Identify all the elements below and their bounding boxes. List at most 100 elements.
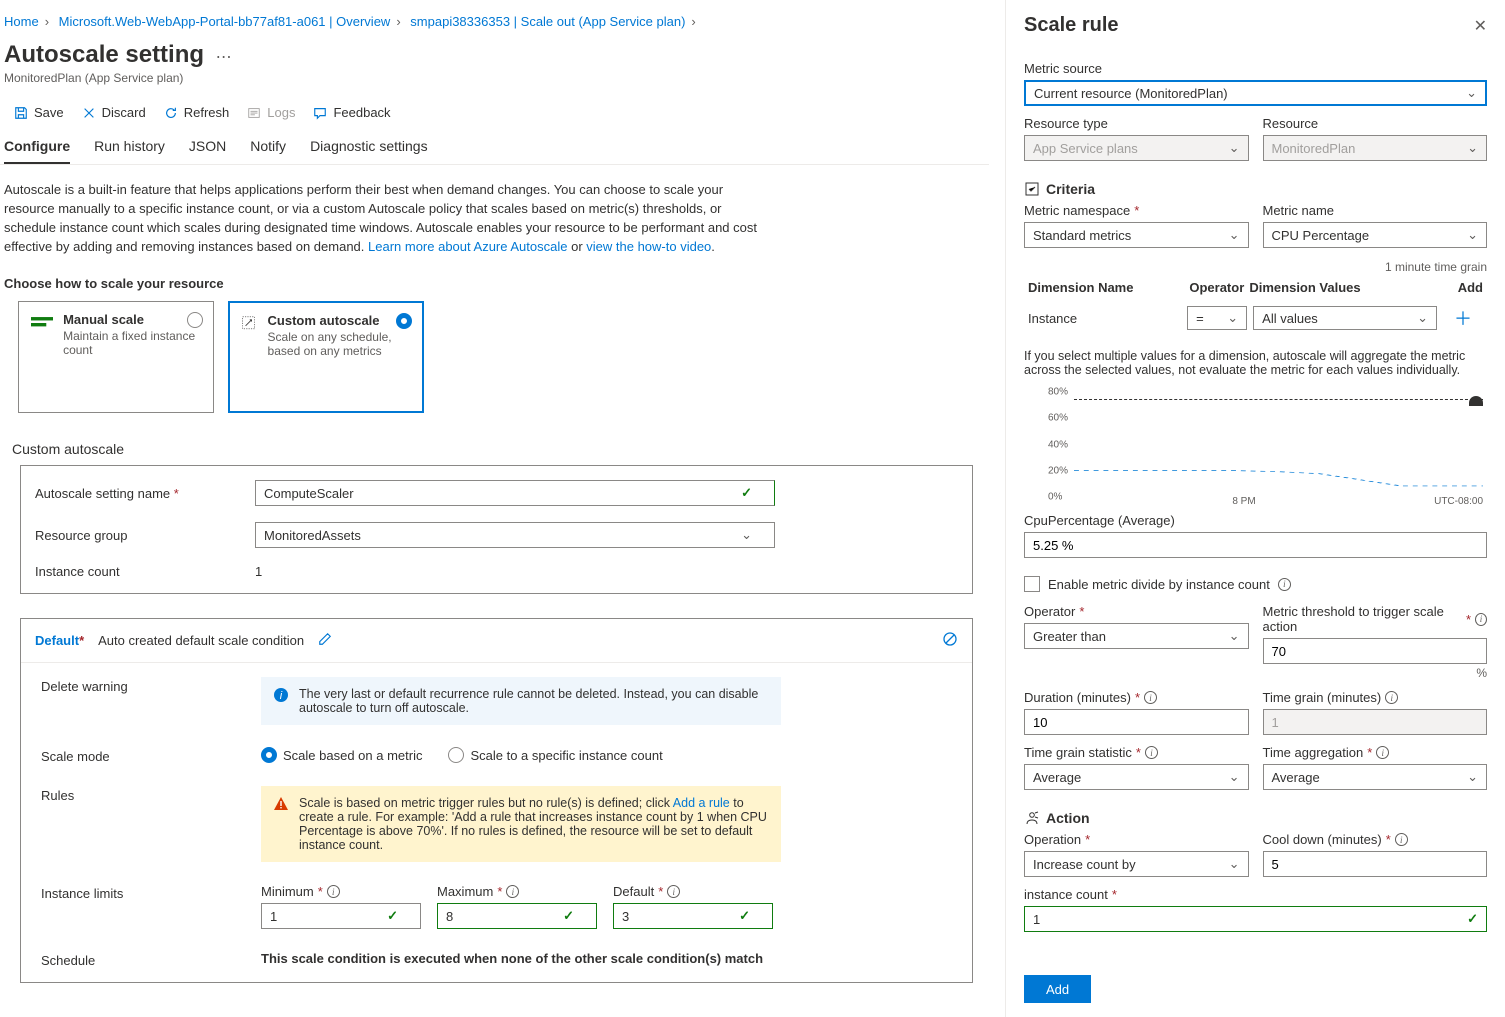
learn-link[interactable]: Learn more about Azure Autoscale [368, 239, 567, 254]
metric-namespace-select[interactable]: Standard metrics [1024, 222, 1249, 248]
feedback-icon [313, 106, 327, 120]
logs-button: Logs [247, 105, 295, 120]
refresh-button[interactable]: Refresh [164, 105, 230, 120]
autoscale-form: Autoscale setting name * ComputeScaler✓ … [20, 465, 973, 594]
rules-warning: Scale is based on metric trigger rules b… [261, 786, 781, 862]
resource-label: Resource [1263, 116, 1488, 131]
metric-name-select[interactable]: CPU Percentage [1263, 222, 1488, 248]
default-input[interactable]: 3✓ [613, 903, 773, 929]
dimension-values-select[interactable]: All values [1253, 306, 1437, 330]
description: Autoscale is a built-in feature that hel… [0, 165, 760, 256]
refresh-icon [164, 106, 178, 120]
breadcrumb-item[interactable]: Home [4, 14, 39, 29]
rg-label: Resource group [35, 528, 255, 543]
choice-desc: Scale on any schedule, based on any metr… [268, 330, 412, 358]
min-input[interactable]: 1✓ [261, 903, 421, 929]
warn-icon [273, 796, 289, 812]
scale-rule-blade: Scale rule ✕ Metric source Current resou… [1005, 0, 1505, 1017]
info-icon[interactable]: i [327, 885, 340, 898]
tab-run-history[interactable]: Run history [94, 138, 165, 164]
limits-label: Instance limits [41, 884, 261, 901]
add-button[interactable]: Add [1024, 975, 1091, 1003]
breadcrumb-item[interactable]: Microsoft.Web-WebApp-Portal-bb77af81-a06… [59, 14, 391, 29]
discard-button[interactable]: Discard [82, 105, 146, 120]
cooldown-input[interactable] [1263, 851, 1488, 877]
count-label: Instance count [35, 564, 255, 579]
threshold-input[interactable] [1263, 638, 1488, 664]
action-icon [1024, 810, 1040, 826]
custom-header: Custom autoscale [12, 441, 989, 457]
criteria-icon [1024, 181, 1040, 197]
cpu-label: CpuPercentage (Average) [1024, 513, 1487, 528]
save-icon [14, 106, 28, 120]
tab-json[interactable]: JSON [189, 138, 226, 164]
choice-custom[interactable]: Custom autoscale Scale on any schedule, … [228, 301, 424, 413]
info-icon[interactable]: i [1385, 691, 1398, 704]
mode-fixed[interactable]: Scale to a specific instance count [448, 747, 662, 763]
rules-label: Rules [41, 786, 261, 803]
metric-source-label: Metric source [1024, 61, 1487, 76]
count-value: 1 [255, 564, 262, 579]
howto-link[interactable]: view the how-to video [586, 239, 711, 254]
operation-select[interactable]: Increase count by [1024, 851, 1249, 877]
divide-checkbox[interactable] [1024, 576, 1040, 592]
rg-select[interactable]: MonitoredAssets⌄ [255, 522, 775, 548]
name-label: Autoscale setting name * [35, 486, 255, 501]
delete-label: Delete warning [41, 677, 261, 694]
schedule-note: This scale condition is executed when no… [261, 951, 763, 966]
info-icon[interactable]: i [1395, 833, 1408, 846]
breadcrumb: Home› Microsoft.Web-WebApp-Portal-bb77af… [0, 10, 989, 29]
feedback-button[interactable]: Feedback [313, 105, 390, 120]
t-agg-select[interactable]: Average [1263, 764, 1488, 790]
info-icon[interactable]: i [1475, 613, 1487, 626]
toolbar: Save Discard Refresh Logs Feedback [0, 85, 989, 128]
info-icon[interactable]: i [1144, 691, 1157, 704]
name-input[interactable]: ComputeScaler✓ [255, 480, 775, 506]
choose-label: Choose how to scale your resource [4, 276, 989, 291]
duration-input[interactable] [1024, 709, 1249, 735]
condition-subtitle: Auto created default scale condition [98, 633, 304, 648]
dimension-name: Instance [1028, 311, 1181, 326]
tab-notify[interactable]: Notify [250, 138, 286, 164]
add-rule-link[interactable]: Add a rule [673, 796, 730, 810]
resource-type-label: Resource type [1024, 116, 1249, 131]
tab-diagnostic[interactable]: Diagnostic settings [310, 138, 428, 164]
max-input[interactable]: 8✓ [437, 903, 597, 929]
tg-stat-select[interactable]: Average [1024, 764, 1249, 790]
metric-source-select[interactable]: Current resource (MonitoredPlan) [1024, 80, 1487, 106]
tab-configure[interactable]: Configure [4, 138, 70, 164]
info-icon[interactable]: i [1278, 578, 1291, 591]
multi-values-note: If you select multiple values for a dime… [1024, 349, 1487, 377]
operator-select[interactable]: Greater than [1024, 623, 1249, 649]
cpu-value[interactable] [1024, 532, 1487, 558]
dimension-header: Dimension Name Operator Dimension Values… [1024, 274, 1487, 301]
action-header: Action [1024, 810, 1487, 826]
mode-metric[interactable]: Scale based on a metric [261, 747, 422, 763]
choice-desc: Maintain a fixed instance count [63, 329, 203, 357]
info-icon[interactable]: i [1145, 746, 1158, 759]
blade-title: Scale rule ✕ [1024, 14, 1487, 37]
page-subtitle: MonitoredPlan (App Service plan) [4, 71, 989, 85]
choice-manual[interactable]: Manual scale Maintain a fixed instance c… [18, 301, 214, 413]
dimension-op-select[interactable]: = [1187, 306, 1247, 330]
delete-info: i The very last or default recurrence ru… [261, 677, 781, 725]
default-condition: Default* Auto created default scale cond… [20, 618, 973, 983]
info-icon[interactable]: i [667, 885, 680, 898]
choice-title: Custom autoscale [268, 313, 412, 328]
close-icon[interactable]: ✕ [1474, 16, 1487, 36]
instance-count-input[interactable]: 1✓ [1024, 906, 1487, 932]
more-icon[interactable]: ⋯ [216, 49, 232, 66]
breadcrumb-item[interactable]: smpapi38336353 | Scale out (App Service … [410, 14, 685, 29]
resource-select: MonitoredPlan [1263, 135, 1488, 161]
edit-icon[interactable] [318, 632, 332, 649]
condition-name[interactable]: Default* [35, 633, 84, 648]
info-icon[interactable]: i [506, 885, 519, 898]
info-icon: i [273, 687, 289, 703]
divide-label: Enable metric divide by instance count [1048, 577, 1270, 592]
save-button[interactable]: Save [14, 105, 64, 120]
info-icon[interactable]: i [1376, 746, 1389, 759]
custom-scale-icon [242, 315, 258, 333]
discard-icon [82, 106, 96, 120]
disable-icon[interactable] [942, 631, 958, 650]
add-dimension-icon[interactable]: ＋ [1443, 305, 1483, 331]
